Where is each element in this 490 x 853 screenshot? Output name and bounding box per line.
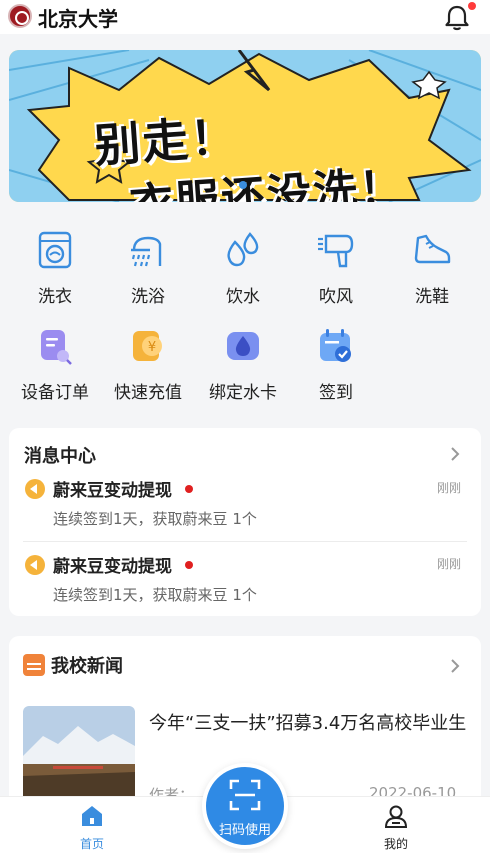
message-title: 蔚来豆变动提现 (53, 481, 172, 501)
message-time: 刚刚 (437, 557, 462, 571)
hair-dryer-icon (318, 234, 354, 268)
shortcut-quick-recharge[interactable]: ¥ 快速充值 (108, 326, 188, 403)
message-title: 蔚来豆变动提现 (53, 557, 172, 577)
service-label: 洗鞋 (415, 287, 449, 307)
divider (23, 541, 467, 542)
top-bar: 北京大学 (0, 0, 490, 34)
shortcut-checkin[interactable]: 签到 (296, 326, 376, 403)
service-wash[interactable]: 洗衣 (15, 230, 95, 307)
scan-icon (229, 779, 261, 811)
shortcut-bind-water-card[interactable]: 绑定水卡 (203, 326, 283, 403)
speaker-icon (25, 479, 45, 499)
school-logo (8, 4, 32, 28)
unread-dot (185, 485, 193, 493)
service-label: 饮水 (226, 287, 260, 307)
bell-icon[interactable] (444, 4, 470, 32)
service-shoe[interactable]: 洗鞋 (392, 230, 472, 307)
home-icon (82, 806, 102, 826)
service-label: 吹风 (319, 287, 353, 307)
scan-label: 扫码使用 (218, 823, 271, 838)
news-headline[interactable]: 今年“三支一扶”招募3.4万名高校毕业生 (149, 710, 469, 738)
shortcut-label: 快速充值 (114, 383, 182, 403)
notification-dot (468, 2, 476, 10)
service-dryer[interactable]: 吹风 (296, 230, 376, 307)
chevron-right-icon[interactable] (449, 446, 461, 462)
shower-icon (131, 236, 162, 267)
message-desc: 连续签到1天，获取蔚来豆 1个 (53, 510, 257, 528)
news-section-title: 我校新闻 (51, 656, 123, 677)
water-drop-icon (227, 232, 259, 267)
shoe-icon (414, 234, 451, 264)
tab-home-label: 首页 (79, 837, 104, 851)
message-center-title: 消息中心 (24, 446, 96, 467)
news-icon (23, 654, 45, 676)
scan-button[interactable]: 扫码使用 (202, 763, 288, 849)
water-card-icon (227, 332, 259, 360)
promo-banner[interactable]: 别走！ 衣服还没洗！ (9, 50, 481, 202)
tab-mine-label: 我的 (383, 837, 408, 851)
service-water[interactable]: 饮水 (203, 230, 283, 307)
shortcut-label: 设备订单 (21, 383, 89, 403)
service-label: 洗浴 (131, 287, 165, 307)
user-icon (384, 805, 408, 828)
order-icon (41, 330, 72, 365)
service-shower[interactable]: 洗浴 (108, 230, 188, 307)
shortcut-label: 绑定水卡 (209, 383, 277, 403)
shortcut-label: 签到 (319, 383, 353, 403)
message-center-card: 消息中心 蔚来豆变动提现 刚刚 连续签到1天，获取蔚来豆 1个 蔚来豆变动提现 … (9, 428, 481, 616)
washing-machine-icon (38, 231, 72, 269)
chevron-right-icon[interactable] (449, 658, 461, 674)
recharge-icon: ¥ (133, 331, 162, 361)
unread-dot (185, 561, 193, 569)
service-label: 洗衣 (38, 287, 72, 307)
carousel-indicator[interactable] (239, 181, 247, 189)
tab-mine[interactable]: 我的 (366, 803, 426, 852)
speaker-icon (25, 555, 45, 575)
shortcut-device-orders[interactable]: 设备订单 (15, 326, 95, 403)
calendar-checkin-icon (320, 329, 351, 362)
tab-home[interactable]: 首页 (62, 803, 122, 852)
svg-text:¥: ¥ (148, 340, 156, 355)
message-time: 刚刚 (437, 481, 462, 495)
news-thumbnail[interactable] (23, 706, 135, 806)
school-name[interactable]: 北京大学 (38, 3, 118, 32)
message-desc: 连续签到1天，获取蔚来豆 1个 (53, 586, 257, 604)
